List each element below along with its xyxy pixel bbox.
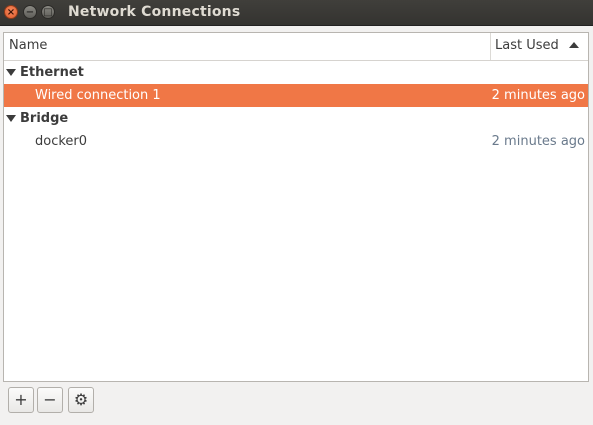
group-label: Bridge [20, 111, 69, 126]
expander-down-icon[interactable] [6, 69, 16, 76]
title-bar[interactable]: × − □ Network Connections [0, 0, 593, 26]
network-connections-window: × − □ Network Connections Name Last Used… [0, 0, 593, 425]
add-connection-button[interactable]: + [8, 387, 34, 413]
connection-name: docker0 [35, 134, 88, 149]
close-window-button[interactable]: × [4, 5, 18, 19]
connection-last-used: 2 minutes ago [491, 134, 585, 149]
column-header-name[interactable]: Name [9, 38, 47, 53]
edit-connection-gear-icon[interactable]: ⚙ [68, 387, 94, 413]
column-divider[interactable] [490, 33, 491, 60]
minimize-window-button[interactable]: − [23, 5, 37, 19]
connection-name: Wired connection 1 [35, 88, 161, 103]
sort-ascending-icon [569, 42, 579, 48]
group-label: Ethernet [20, 65, 84, 80]
connection-row-wired-connection-1[interactable]: Wired connection 1 2 minutes ago [4, 84, 588, 107]
column-header-row: Name Last Used [4, 33, 588, 61]
group-row-ethernet[interactable]: Ethernet [4, 61, 588, 84]
connection-last-used: 2 minutes ago [491, 88, 585, 103]
column-header-last-used[interactable]: Last Used [495, 38, 559, 53]
window-title: Network Connections [68, 4, 241, 20]
group-row-bridge[interactable]: Bridge [4, 107, 588, 130]
connection-row-docker0[interactable]: docker0 2 minutes ago [4, 130, 588, 153]
expander-down-icon[interactable] [6, 115, 16, 122]
remove-connection-button[interactable]: − [37, 387, 63, 413]
connections-list[interactable]: Name Last Used Ethernet Wired connection… [3, 32, 589, 382]
maximize-window-button[interactable]: □ [41, 5, 55, 19]
